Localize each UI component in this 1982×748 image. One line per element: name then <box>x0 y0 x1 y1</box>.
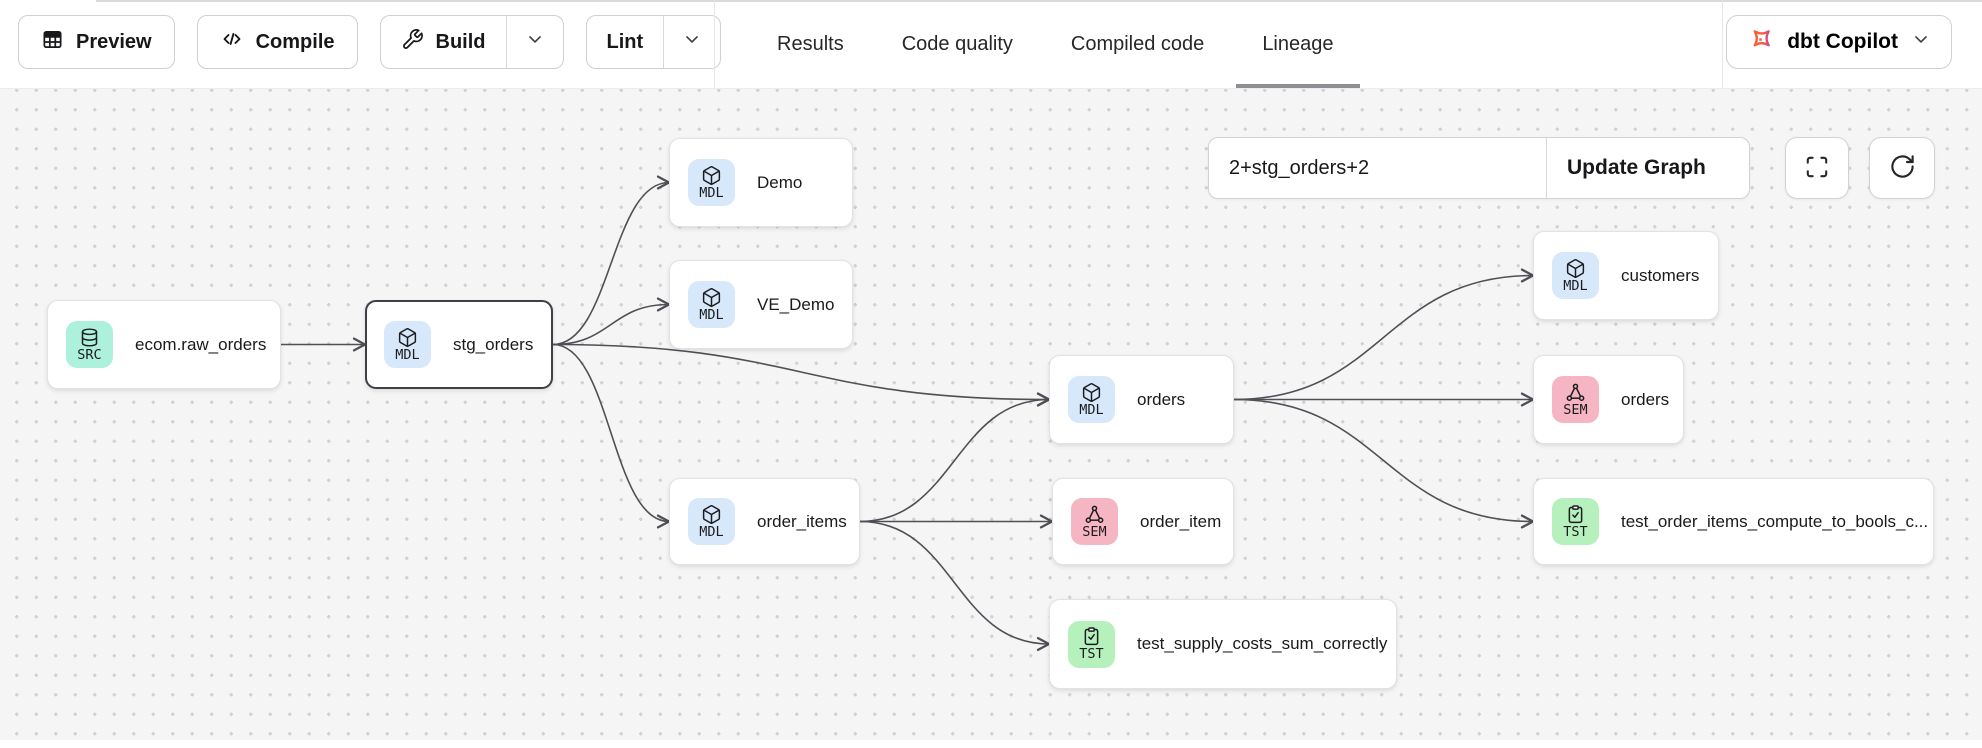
tab-lineage[interactable]: Lineage <box>1262 0 1333 88</box>
node-label: stg_orders <box>453 335 533 355</box>
tab-compiled-code[interactable]: Compiled code <box>1071 0 1204 88</box>
node-label: Demo <box>757 173 802 193</box>
node-label: orders <box>1137 390 1185 410</box>
sem-badge-icon: SEM <box>1552 376 1599 423</box>
bottom-strip <box>0 740 1982 748</box>
dbt-copilot-button[interactable]: dbt Copilot <box>1726 15 1952 69</box>
update-graph-button[interactable]: Update Graph <box>1546 138 1749 198</box>
mdl-badge-icon: MDL <box>384 321 431 368</box>
build-dropdown-button[interactable] <box>506 16 563 68</box>
lineage-edge-stg_orders-to-orders_mdl <box>553 345 1049 400</box>
mdl-badge-icon: MDL <box>688 281 735 328</box>
lineage-edge-stg_orders-to-ve_demo <box>553 305 669 345</box>
node-label: customers <box>1621 266 1699 286</box>
lineage-node-order_items[interactable]: MDL order_items <box>669 478 860 565</box>
ide-toolbar: Preview Compile Build <box>18 15 721 69</box>
lineage-node-order_item_sem[interactable]: SEM order_item <box>1052 478 1234 565</box>
lineage-edge-order_items-to-test_supply <box>860 522 1049 645</box>
lineage-node-test_order_items[interactable]: TST test_order_items_compute_to_bools_c..… <box>1533 478 1934 565</box>
compile-button[interactable]: Compile <box>197 15 358 69</box>
build-button-group: Build <box>380 15 564 69</box>
lineage-edge-stg_orders-to-demo <box>553 183 669 345</box>
lint-button-label: Lint <box>607 31 644 54</box>
refresh-button[interactable] <box>1869 137 1935 199</box>
refresh-icon <box>1889 153 1916 183</box>
wrench-icon <box>401 28 424 57</box>
lineage-node-ve_demo[interactable]: MDL VE_Demo <box>669 260 853 349</box>
compile-button-label: Compile <box>256 31 335 54</box>
lint-button[interactable]: Lint <box>587 16 664 68</box>
lineage-edge-stg_orders-to-order_items <box>553 345 669 522</box>
preview-button[interactable]: Preview <box>18 15 175 69</box>
node-label: test_supply_costs_sum_correctly <box>1137 634 1387 654</box>
build-button-label: Build <box>436 31 486 54</box>
fullscreen-icon <box>1804 154 1830 183</box>
lineage-node-demo[interactable]: MDL Demo <box>669 138 853 227</box>
mdl-badge-icon: MDL <box>688 498 735 545</box>
node-label: test_order_items_compute_to_bools_c... <box>1621 512 1928 532</box>
node-label: ecom.raw_orders <box>135 335 266 355</box>
result-pane-tabs: Results Code quality Compiled code Linea… <box>777 0 1334 88</box>
lint-button-group: Lint <box>586 15 722 69</box>
src-badge-icon: SRC <box>66 321 113 368</box>
mdl-badge-icon: MDL <box>688 159 735 206</box>
node-label: order_items <box>757 512 847 532</box>
node-selector-input[interactable] <box>1209 138 1546 198</box>
sem-badge-icon: SEM <box>1071 498 1118 545</box>
tst-badge-icon: TST <box>1068 621 1115 668</box>
lineage-edge-order_items-to-orders_mdl <box>860 400 1049 522</box>
lineage-node-orders_mdl[interactable]: MDL orders <box>1049 355 1234 444</box>
lineage-node-ecom_raw_orders[interactable]: SRC ecom.raw_orders <box>47 300 281 389</box>
tab-results[interactable]: Results <box>777 0 844 88</box>
dbt-copilot-label: dbt Copilot <box>1787 30 1898 54</box>
fullscreen-button[interactable] <box>1785 137 1849 199</box>
node-label: VE_Demo <box>757 295 834 315</box>
lineage-edge-orders_mdl-to-customers <box>1234 276 1533 400</box>
code-icon <box>220 27 244 57</box>
chevron-down-icon <box>525 29 545 55</box>
mdl-badge-icon: MDL <box>1068 376 1115 423</box>
top-bar: Preview Compile Build <box>0 0 1982 89</box>
lineage-node-stg_orders[interactable]: MDL stg_orders <box>365 300 553 389</box>
node-label: order_item <box>1140 512 1221 532</box>
copilot-divider <box>1722 0 1723 88</box>
build-button[interactable]: Build <box>381 16 506 68</box>
lineage-node-customers[interactable]: MDL customers <box>1533 231 1719 320</box>
chevron-down-icon <box>1911 29 1931 55</box>
dbt-copilot-icon <box>1747 26 1774 59</box>
lineage-node-test_supply[interactable]: TST test_supply_costs_sum_correctly <box>1049 599 1397 689</box>
table-icon <box>41 28 64 57</box>
lineage-canvas[interactable]: SRCecom.raw_ordersMDLstg_ordersMDLDemoMD… <box>0 89 1982 740</box>
lineage-node-orders_sem[interactable]: SEM orders <box>1533 355 1684 444</box>
preview-button-label: Preview <box>76 31 152 54</box>
node-selector-group: Update Graph <box>1208 137 1750 199</box>
lint-dropdown-button[interactable] <box>663 16 720 68</box>
lineage-edge-orders_mdl-to-test_order_items <box>1234 400 1533 522</box>
chevron-down-icon <box>682 29 702 55</box>
toolbar-tabs-divider <box>714 0 715 88</box>
tst-badge-icon: TST <box>1552 498 1599 545</box>
node-label: orders <box>1621 390 1669 410</box>
mdl-badge-icon: MDL <box>1552 252 1599 299</box>
tab-code-quality[interactable]: Code quality <box>902 0 1013 88</box>
